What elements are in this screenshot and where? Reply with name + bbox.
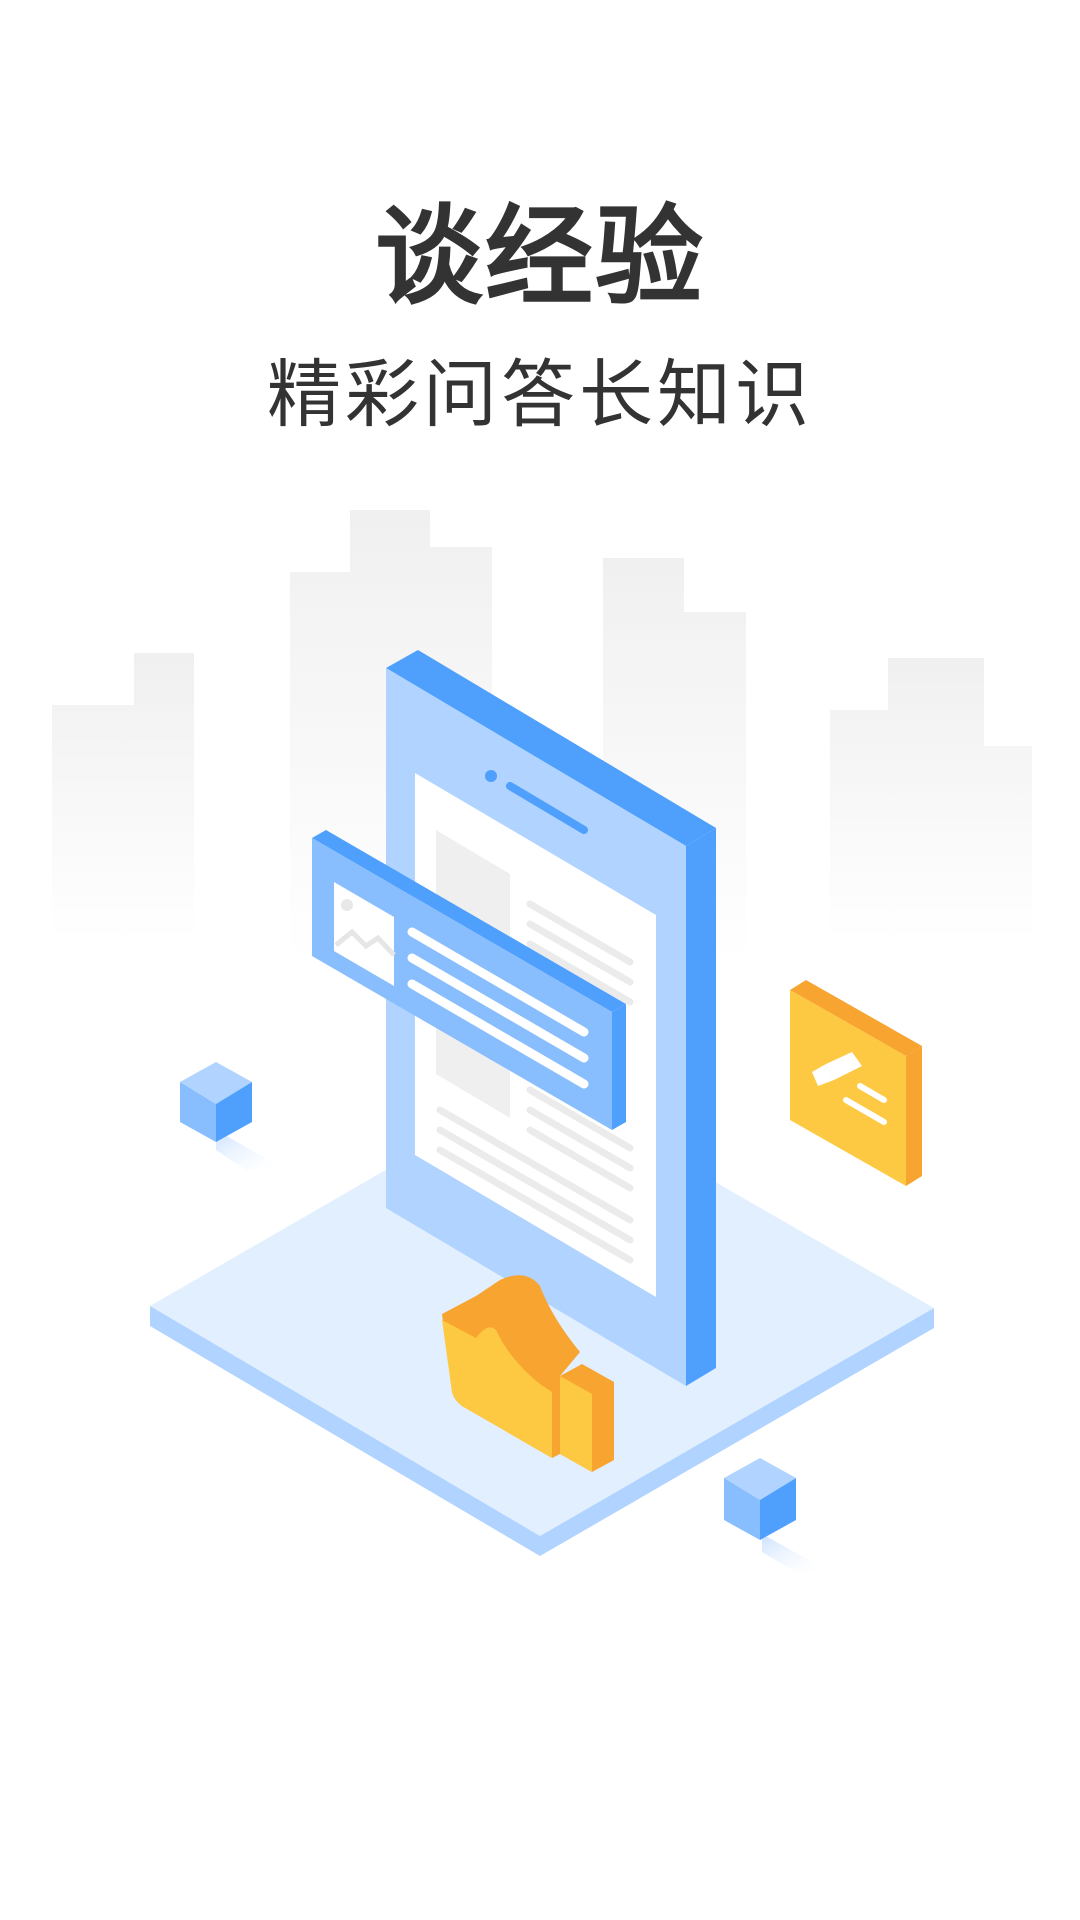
pencil-note-card-icon <box>790 980 922 1186</box>
cube-icon <box>724 1458 830 1572</box>
cube-icon <box>180 1062 286 1170</box>
onboarding-title: 谈经验 <box>374 195 705 320</box>
onboarding-subtitle: 精彩问答长知识 <box>267 352 813 438</box>
onboarding-screen: 谈经验 精彩问答长知识 <box>0 0 1080 1920</box>
